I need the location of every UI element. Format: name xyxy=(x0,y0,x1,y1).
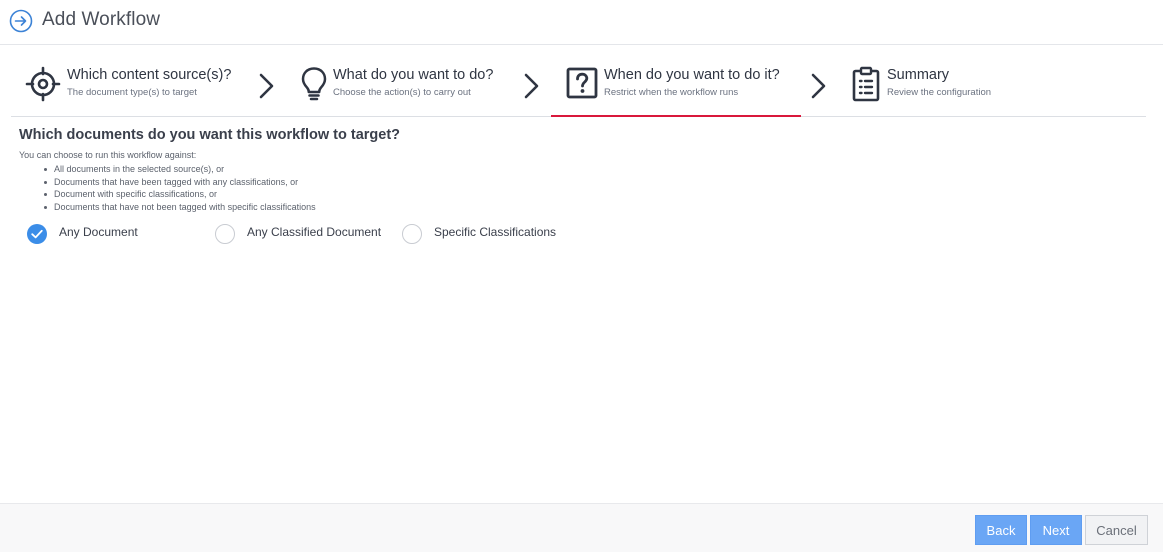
clipboard-list-icon xyxy=(852,66,880,102)
footer-bar: Back Next Cancel xyxy=(0,503,1163,552)
chevron-right-icon xyxy=(259,73,274,99)
radio-label: Any Document xyxy=(59,225,138,239)
step-summary[interactable]: Summary Review the configuration xyxy=(849,46,1049,116)
active-step-indicator xyxy=(551,115,801,117)
step-when[interactable]: When do you want to do it? Restrict when… xyxy=(551,46,801,117)
chevron-right-icon xyxy=(524,73,539,99)
next-button[interactable]: Next xyxy=(1030,515,1082,545)
section-question: Which documents do you want this workflo… xyxy=(19,127,401,143)
step-subtitle: Review the configuration xyxy=(887,87,992,98)
intro-text: You can choose to run this workflow agai… xyxy=(19,150,197,160)
list-item: Documents that have not been tagged with… xyxy=(41,201,316,214)
step-subtitle: Restrict when the workflow runs xyxy=(604,87,739,98)
target-radio-group: Any Document Any Classified Document Spe… xyxy=(27,223,627,247)
step-title: What do you want to do? xyxy=(333,67,494,83)
list-item: Document with specific classifications, … xyxy=(41,188,316,201)
page-header: Add Workflow xyxy=(0,0,1163,45)
question-box-icon xyxy=(566,67,598,99)
radio-label: Any Classified Document xyxy=(247,225,382,239)
cancel-button[interactable]: Cancel xyxy=(1085,515,1148,545)
step-subtitle: The document type(s) to target xyxy=(67,87,197,98)
list-item: All documents in the selected source(s),… xyxy=(41,163,316,176)
add-workflow-page: Add Workflow Which content source(s)? Th… xyxy=(0,0,1163,552)
options-description-list: All documents in the selected source(s),… xyxy=(41,163,316,213)
radio-unchecked-icon xyxy=(402,224,422,244)
step-title: When do you want to do it? xyxy=(604,67,780,83)
step-subtitle: Choose the action(s) to carry out xyxy=(333,87,471,98)
workflow-steps: Which content source(s)? The document ty… xyxy=(11,46,1146,117)
step-content-source[interactable]: Which content source(s)? The document ty… xyxy=(23,46,259,116)
lightbulb-icon xyxy=(301,67,327,101)
target-icon xyxy=(25,66,61,102)
step-title: Summary xyxy=(887,67,950,83)
radio-checked-icon xyxy=(27,224,47,244)
arrow-right-circle-icon xyxy=(9,9,33,33)
back-button[interactable]: Back xyxy=(975,515,1027,545)
chevron-right-icon xyxy=(811,73,826,99)
page-title: Add Workflow xyxy=(42,9,161,30)
radio-label: Specific Classifications xyxy=(434,225,557,239)
radio-unchecked-icon xyxy=(215,224,235,244)
step-title: Which content source(s)? xyxy=(67,67,232,83)
step-action[interactable]: What do you want to do? Choose the actio… xyxy=(290,46,526,116)
list-item: Documents that have been tagged with any… xyxy=(41,176,316,189)
